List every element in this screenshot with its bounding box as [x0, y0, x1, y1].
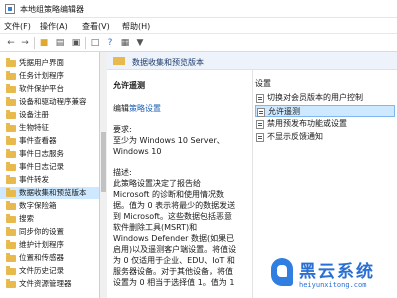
- title-bar: 本地组策略编辑器: [0, 0, 397, 18]
- watermark-url: heiyunxitong.com: [299, 281, 367, 289]
- policy-setting-icon: [256, 120, 264, 129]
- back-arrow-icon[interactable]: ←: [5, 37, 17, 49]
- scrollbar-thumb[interactable]: [101, 132, 106, 192]
- description-text: Microsoft 的诊断和使用情况数: [113, 190, 224, 199]
- filter-icon[interactable]: ▼: [134, 37, 146, 49]
- watermark-logo-icon: [271, 258, 293, 286]
- setting-item-selected[interactable]: 允许遥测: [255, 105, 395, 117]
- watermark-name: 黑云系统: [299, 262, 375, 282]
- export-icon[interactable]: □: [89, 37, 101, 49]
- tree-item-selected[interactable]: 数据收集和预览版本: [0, 187, 99, 199]
- folder-icon: [6, 162, 16, 171]
- tree-item[interactable]: 事件日志记录: [0, 161, 99, 173]
- edit-prefix: 编辑: [113, 104, 129, 113]
- description-text: 软件删除工具(MSRT)和: [113, 223, 198, 232]
- menu-help[interactable]: 帮助(H): [122, 21, 150, 32]
- setting-item[interactable]: 禁用预发布功能或设置: [255, 118, 395, 130]
- folder-icon: [6, 175, 16, 184]
- panel-header-title: 数据收集和预览版本: [132, 58, 204, 67]
- folder-up-icon[interactable]: ■: [38, 37, 50, 49]
- requirements-text: Windows 10: [113, 147, 162, 156]
- policy-setting-icon: [257, 108, 265, 117]
- watermark: 黑云系统 heiyunxitong.com: [265, 254, 397, 298]
- folder-icon: [113, 57, 125, 65]
- app-icon: [5, 4, 15, 14]
- menu-file[interactable]: 文件(F): [4, 21, 31, 32]
- tree-item[interactable]: 位置和传感器: [0, 252, 99, 264]
- panel-header: 数据收集和预览版本: [107, 52, 397, 70]
- properties-icon[interactable]: ▣: [70, 37, 82, 49]
- menu-action[interactable]: 操作(A): [40, 21, 68, 32]
- menu-bar: 文件(F) 操作(A) 查看(V) 帮助(H): [0, 18, 397, 34]
- description-text: 服务器设备。对于其他设备，将值: [113, 267, 233, 276]
- toolbar: ← → ■ ▤ ▣ □ ? ▦ ▼: [0, 34, 397, 52]
- edit-policy-link[interactable]: 策略设置: [129, 104, 161, 113]
- requirements-text: 至少为 Windows 10 Server、: [113, 136, 225, 145]
- tree-item[interactable]: 事件日志服务: [0, 148, 99, 160]
- menu-view[interactable]: 查看(V): [82, 21, 110, 32]
- tree-item[interactable]: 数字保险箱: [0, 200, 99, 212]
- policy-tree: 凭据用户界面 任务计划程序 软件保护平台 设备和驱动程序兼容 设备注册 生物特征…: [0, 52, 100, 298]
- folder-icon: [6, 214, 16, 223]
- folder-icon: [6, 188, 16, 197]
- toolbar-separator: [85, 37, 86, 49]
- folder-icon: [6, 149, 16, 158]
- edit-line: 编辑策略设置: [113, 103, 241, 114]
- tree-item[interactable]: 生物特征: [0, 122, 99, 134]
- tree-item[interactable]: 事件转发: [0, 174, 99, 186]
- folder-icon: [6, 279, 16, 288]
- settings-column-header[interactable]: 设置: [255, 78, 271, 89]
- folder-icon: [6, 58, 16, 67]
- tree-item[interactable]: 搜索: [0, 213, 99, 225]
- tree-item[interactable]: 事件查看器: [0, 135, 99, 147]
- folder-icon: [6, 253, 16, 262]
- toolbar-separator: [34, 37, 35, 49]
- help-icon[interactable]: ?: [104, 37, 116, 49]
- folder-icon: [6, 71, 16, 80]
- description-text: 据。值为 0 表示将最少的数据发送: [113, 201, 236, 210]
- tree-item[interactable]: 软件保护平台: [0, 83, 99, 95]
- folder-icon: [6, 84, 16, 93]
- show-pane-icon[interactable]: ▦: [119, 37, 131, 49]
- description-text: 启用)以及遥测客户端设置。将值设: [113, 245, 237, 254]
- policy-setting-icon: [256, 94, 264, 103]
- description-text: 到 Microsoft。这些数据包括恶意: [113, 212, 232, 221]
- description-label: 描述:: [113, 168, 132, 177]
- policy-description: 允许遥测 编辑策略设置 要求: 至少为 Windows 10 Server、 W…: [107, 70, 247, 298]
- window-title: 本地组策略编辑器: [20, 5, 84, 14]
- tree-item[interactable]: 设备和驱动程序兼容: [0, 96, 99, 108]
- folder-icon: [6, 123, 16, 132]
- folder-icon: [6, 201, 16, 210]
- tree-scrollbar[interactable]: [100, 52, 107, 298]
- folder-icon: [6, 136, 16, 145]
- tree-item[interactable]: 维护计划程序: [0, 239, 99, 251]
- setting-item[interactable]: 切换对会员版本的用户控制: [255, 92, 395, 104]
- tree-item[interactable]: 设备注册: [0, 109, 99, 121]
- description-text: Windows Defender 数据(如果已: [113, 234, 235, 243]
- requirements-label: 要求:: [113, 125, 132, 134]
- folder-icon: [6, 110, 16, 119]
- tree-item[interactable]: 同步你的设置: [0, 226, 99, 238]
- folder-icon: [6, 240, 16, 249]
- description-text: 为 0 仅适用于企业、EDU、IoT 和: [113, 256, 235, 265]
- folder-icon: [6, 227, 16, 236]
- description-text: 此策略设置决定了报告给: [113, 179, 201, 188]
- tree-item[interactable]: 文件历史记录: [0, 265, 99, 277]
- show-tree-icon[interactable]: ▤: [54, 37, 66, 49]
- folder-icon: [6, 266, 16, 275]
- tree-item[interactable]: 任务计划程序: [0, 70, 99, 82]
- setting-item[interactable]: 不显示反馈通知: [255, 131, 395, 143]
- policy-setting-icon: [256, 133, 264, 142]
- description-text: 设置为 0 相当于选择值 1。值为 1: [113, 278, 235, 287]
- policy-name: 允许遥测: [113, 81, 145, 90]
- tree-item[interactable]: 文件资源管理器: [0, 278, 99, 290]
- forward-arrow-icon[interactable]: →: [19, 37, 31, 49]
- tree-item[interactable]: 凭据用户界面: [0, 57, 99, 69]
- folder-icon: [6, 97, 16, 106]
